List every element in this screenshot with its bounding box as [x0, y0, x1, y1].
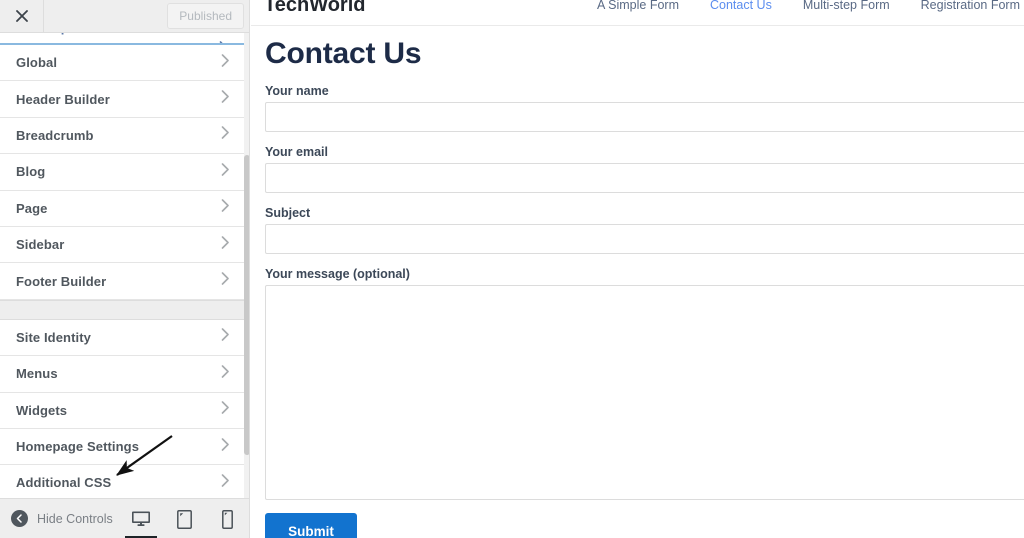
- chevron-right-icon: [221, 163, 230, 181]
- chevron-right-icon: [221, 401, 230, 419]
- your-email-input[interactable]: [265, 163, 1024, 193]
- site-logo[interactable]: TechWorld: [264, 0, 365, 17]
- sidebar-item-label: More Options Available in Astra Pro!: [16, 33, 241, 35]
- sidebar-item-additional-css[interactable]: Additional CSS: [0, 465, 244, 498]
- field-your-name: Your name: [265, 84, 1024, 132]
- sidebar-item-homepage-settings[interactable]: Homepage Settings: [0, 428, 244, 466]
- subject-input[interactable]: [265, 224, 1024, 254]
- submit-button[interactable]: Submit: [265, 513, 357, 538]
- sidebar-item-widgets[interactable]: Widgets: [0, 392, 244, 429]
- collapse-left-icon: [11, 510, 28, 527]
- sidebar-item-label: Global: [16, 55, 58, 71]
- sidebar-item-label: Breadcrumb: [16, 127, 94, 143]
- page-content: Contact Us Your name Your email Subject …: [251, 27, 1024, 538]
- tablet-icon: [176, 509, 192, 529]
- chevron-right-icon: [221, 365, 230, 383]
- sidebar-scrollbar-track[interactable]: [244, 33, 249, 498]
- field-your-email: Your email: [265, 145, 1024, 193]
- sidebar-item-label: Blog: [16, 164, 46, 180]
- sidebar-group-wordpress: Site Identity Menus Widgets Homepage Set…: [0, 319, 244, 498]
- customizer-scroll-view[interactable]: More Options Available in Astra Pro! Glo…: [0, 33, 244, 498]
- sidebar-item-label: Widgets: [16, 402, 68, 418]
- sidebar-item-label: Sidebar: [16, 237, 65, 253]
- site-main-nav: A Simple Form Contact Us Multi-step Form…: [597, 0, 1024, 25]
- sidebar-item-header-builder[interactable]: Header Builder: [0, 81, 244, 118]
- close-customizer-button[interactable]: [0, 0, 44, 32]
- close-icon: [15, 10, 28, 22]
- nav-item-a-simple-form[interactable]: A Simple Form: [597, 0, 679, 12]
- sidebar-item-label: Header Builder: [16, 91, 110, 107]
- customizer-header: Published: [0, 0, 249, 33]
- chevron-right-icon: [221, 437, 230, 456]
- sidebar-item-footer-builder[interactable]: Footer Builder: [0, 263, 244, 300]
- chevron-right-icon: [221, 272, 230, 290]
- sidebar-item-label: Homepage Settings: [16, 439, 140, 455]
- sidebar-item-label: Site Identity: [16, 329, 91, 345]
- sidebar-item-site-identity[interactable]: Site Identity: [0, 319, 244, 357]
- sidebar-item-sidebar[interactable]: Sidebar: [0, 226, 244, 264]
- sidebar-item-page[interactable]: Page: [0, 190, 244, 227]
- customizer-panel-list: More Options Available in Astra Pro! Glo…: [0, 33, 249, 498]
- hide-controls-label: Hide Controls: [37, 511, 113, 526]
- customizer-screen: Published More Options Available in Astr…: [0, 0, 1024, 538]
- sidebar-scrollbar-thumb[interactable]: [244, 155, 249, 455]
- field-label: Subject: [265, 206, 311, 220]
- field-label: Your email: [265, 145, 328, 159]
- page-title: Contact Us: [265, 37, 422, 70]
- your-name-input[interactable]: [265, 102, 1024, 132]
- sidebar-item-label: Additional CSS: [16, 475, 112, 491]
- site-preview-frame: TechWorld A Simple Form Contact Us Multi…: [251, 0, 1024, 538]
- device-desktop-button[interactable]: [125, 500, 157, 538]
- mobile-icon: [221, 509, 233, 529]
- chevron-right-icon: [221, 328, 230, 346]
- nav-item-registration-form[interactable]: Registration Form: [921, 0, 1020, 12]
- sidebar-item-label: Menus: [16, 366, 58, 382]
- sidebar-group-theme: Global Header Builder Breadcrumb Blog Pa…: [0, 45, 244, 300]
- device-tablet-button[interactable]: [171, 500, 197, 538]
- desktop-icon: [131, 510, 151, 528]
- chevron-right-icon: [221, 235, 230, 254]
- sidebar-item-menus[interactable]: Menus: [0, 356, 244, 393]
- sidebar-group-divider: [0, 299, 244, 320]
- sidebar-item-label: Footer Builder: [16, 273, 107, 289]
- sidebar-item-blog[interactable]: Blog: [0, 154, 244, 191]
- field-your-message: Your message (optional): [265, 267, 1024, 500]
- device-preview-switcher: [125, 499, 240, 538]
- hide-controls-button[interactable]: Hide Controls: [11, 510, 113, 527]
- nav-item-contact-us[interactable]: Contact Us: [710, 0, 772, 12]
- customizer-footer: Hide Controls: [0, 498, 249, 538]
- your-message-textarea[interactable]: [265, 285, 1024, 500]
- chevron-right-icon: [221, 126, 230, 144]
- chevron-right-icon: [221, 90, 230, 108]
- device-mobile-button[interactable]: [214, 500, 240, 538]
- site-header: TechWorld A Simple Form Contact Us Multi…: [251, 0, 1024, 26]
- sidebar-item-global[interactable]: Global: [0, 45, 244, 82]
- publish-button[interactable]: Published: [167, 3, 244, 29]
- field-label: Your message (optional): [265, 267, 410, 281]
- sidebar-item-label: Page: [16, 200, 48, 216]
- chevron-right-icon: [221, 474, 230, 492]
- nav-item-multi-step-form[interactable]: Multi-step Form: [803, 0, 890, 12]
- chevron-right-icon: [221, 199, 230, 217]
- chevron-right-icon: [221, 53, 230, 72]
- sidebar-item-astra-pro[interactable]: More Options Available in Astra Pro!: [0, 33, 244, 45]
- field-subject: Subject: [265, 206, 1024, 254]
- field-label: Your name: [265, 84, 329, 98]
- sidebar-item-breadcrumb[interactable]: Breadcrumb: [0, 117, 244, 155]
- wordpress-customizer-sidebar: Published More Options Available in Astr…: [0, 0, 250, 538]
